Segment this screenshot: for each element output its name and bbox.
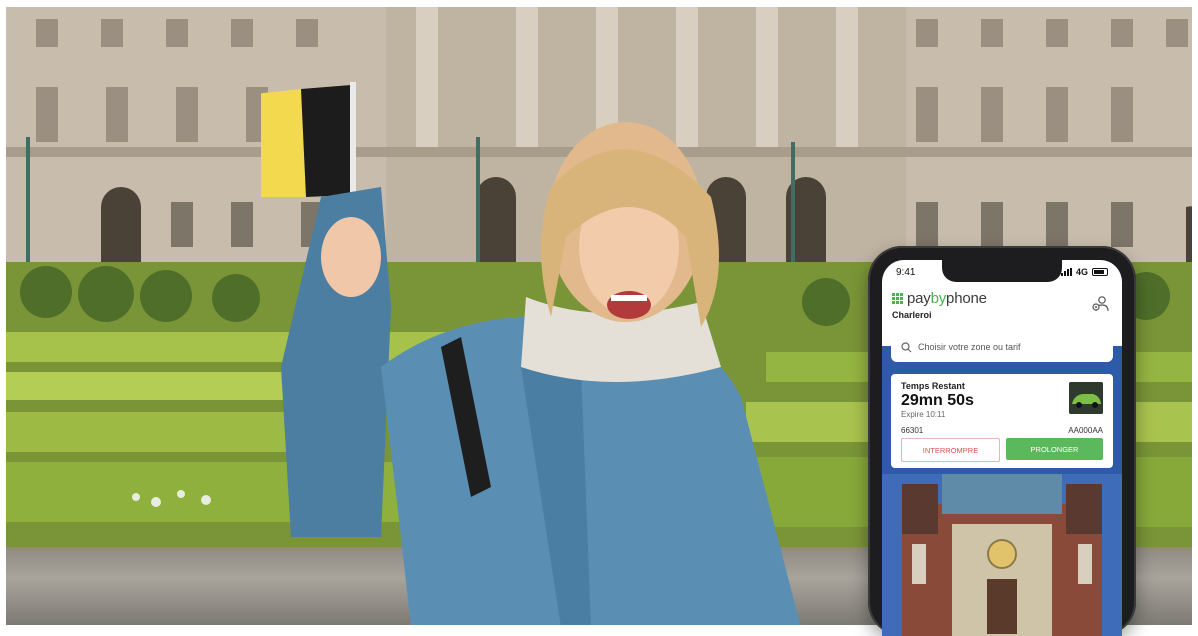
phone-screen: 9:41 4G paybyphone Charleroi Choisir vot… <box>882 260 1122 636</box>
session-details: 66301 AA000AA <box>901 426 1103 435</box>
car-icon <box>1069 382 1103 414</box>
brand-name: paybyphone <box>907 290 987 307</box>
license-plate: AA000AA <box>1068 426 1103 435</box>
account-settings-icon[interactable] <box>1090 294 1110 314</box>
zone-number: 66301 <box>901 426 924 435</box>
parking-session-card[interactable]: Temps Restant 29mn 50s Expire 10:11 6630… <box>891 374 1113 468</box>
status-time: 9:41 <box>896 266 916 278</box>
brand-logo: paybyphone <box>892 290 987 307</box>
search-placeholder: Choisir votre zone ou tarif <box>918 342 1021 352</box>
zone-search-input[interactable]: Choisir votre zone ou tarif <box>891 332 1113 362</box>
extend-session-button[interactable]: PROLONGER <box>1006 438 1103 460</box>
network-label: 4G <box>1075 267 1088 277</box>
status-indicators: 4G <box>1060 267 1108 277</box>
car-thumbnail <box>1069 382 1103 414</box>
logo-grid-icon <box>892 293 903 304</box>
phone-notch <box>942 260 1062 282</box>
woman-with-flag <box>261 82 801 625</box>
session-actions: INTERROMPRE PROLONGER <box>901 438 1103 462</box>
city-name: Charleroi <box>892 310 932 320</box>
city-hall-image <box>882 474 1122 636</box>
stop-session-button[interactable]: INTERROMPRE <box>901 438 1000 462</box>
signal-icon <box>1060 268 1072 276</box>
battery-icon <box>1092 268 1108 276</box>
search-icon <box>901 341 912 352</box>
phone-mockup: 9:41 4G paybyphone Charleroi Choisir vot… <box>868 246 1136 636</box>
